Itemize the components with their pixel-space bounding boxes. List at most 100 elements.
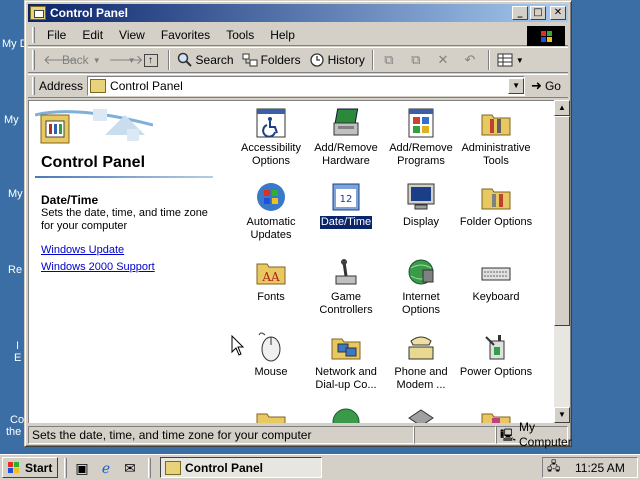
item-partial[interactable] <box>306 406 386 423</box>
folder-icon <box>256 413 286 423</box>
item-internet-options[interactable]: Internet Options <box>381 256 461 317</box>
menu-view[interactable]: View <box>111 28 153 42</box>
desktop-icon-label[interactable]: E <box>14 352 21 364</box>
desktop-icon-label[interactable]: Re <box>8 264 22 276</box>
search-button[interactable]: Search <box>173 49 238 71</box>
item-game-controllers[interactable]: Game Controllers <box>306 256 386 317</box>
windows-logo-icon <box>527 26 565 46</box>
forward-arrow-icon: 🡒 <box>108 52 144 67</box>
folders-button[interactable]: Folders <box>238 49 305 71</box>
history-button[interactable]: History <box>305 49 369 71</box>
desktop-icon-label[interactable]: the <box>6 426 21 438</box>
go-button[interactable]: ➜ Go <box>531 78 561 94</box>
minimize-button[interactable]: _ <box>512 6 528 20</box>
vertical-scrollbar[interactable]: ▲ ▼ <box>554 100 570 423</box>
item-automatic-updates[interactable]: Automatic Updates <box>231 181 311 242</box>
views-button[interactable]: ▼ <box>493 49 528 71</box>
folders-label: Folders <box>260 53 301 67</box>
desktop-icon-label[interactable]: I <box>16 340 19 352</box>
outlook-express-icon[interactable]: ✉ <box>120 458 140 478</box>
up-folder-icon: ↑ <box>143 53 158 67</box>
windows-flag-icon <box>8 461 19 473</box>
task-label: Control Panel <box>185 460 264 475</box>
menu-bar: File Edit View Favorites Tools Help <box>28 24 568 46</box>
scroll-thumb[interactable] <box>554 116 570 326</box>
toolbar-grip[interactable] <box>32 50 35 70</box>
item-power-options[interactable]: Power Options <box>456 331 536 379</box>
taskbar-grip[interactable] <box>148 457 151 478</box>
go-label: Go <box>544 79 561 93</box>
item-keyboard[interactable]: Keyboard <box>456 256 536 304</box>
taskbar-button-control-panel[interactable]: Control Panel <box>160 457 322 478</box>
windows-update-link[interactable]: Windows Update <box>41 244 124 256</box>
address-label: Address <box>39 79 84 93</box>
pane-divider <box>35 176 213 178</box>
clock[interactable]: 11:25 AM <box>575 461 625 475</box>
address-value[interactable]: Control Panel <box>110 79 508 93</box>
address-input[interactable]: Control Panel ▼ <box>87 76 526 96</box>
item-fonts[interactable]: AA Fonts <box>231 256 311 304</box>
item-phone-modem[interactable]: Phone and Modem ... <box>381 331 461 392</box>
item-partial[interactable] <box>381 406 461 423</box>
hardware-icon <box>333 108 359 136</box>
control-panel-small-icon <box>90 79 107 93</box>
views-icon <box>497 52 513 68</box>
back-label: Back <box>62 53 89 67</box>
internet-icon <box>408 259 434 285</box>
desktop-icon-label[interactable]: My <box>8 188 23 200</box>
item-accessibility-options[interactable]: Accessibility Options <box>231 107 311 168</box>
up-button[interactable]: ↑ <box>140 49 165 71</box>
forward-dropdown-icon[interactable]: ▼ <box>128 56 136 65</box>
desktop-icon-label[interactable]: My <box>4 114 19 126</box>
copy-to-button[interactable]: ⧉ <box>404 49 431 71</box>
item-add-remove-programs[interactable]: Add/Remove Programs <box>381 107 461 168</box>
views-dropdown-icon[interactable]: ▼ <box>516 56 524 65</box>
undo-button[interactable]: ↶ <box>458 49 485 71</box>
scroll-up-button[interactable]: ▲ <box>554 100 570 116</box>
selected-item-description: Sets the date, time, and time zone for y… <box>41 207 208 232</box>
item-partial[interactable] <box>231 406 311 423</box>
quicklaunch-grip[interactable] <box>64 457 67 478</box>
item-label: Automatic Updates <box>246 216 296 241</box>
item-label: Network and Dial-up Co... <box>315 366 377 391</box>
maximize-button[interactable]: □ <box>530 6 546 20</box>
keyboard-icon <box>481 267 511 281</box>
item-date-time[interactable]: 12 Date/Time <box>306 181 386 230</box>
back-dropdown-icon[interactable]: ▼ <box>93 56 101 65</box>
forward-button[interactable]: 🡒 ▼ <box>105 49 144 71</box>
back-button[interactable]: 🡐 Back ▼ <box>39 49 105 71</box>
desktop-icon-label[interactable]: Co <box>10 414 24 426</box>
menu-favorites[interactable]: Favorites <box>153 28 218 42</box>
svg-text:12: 12 <box>340 194 353 205</box>
menu-help[interactable]: Help <box>262 28 303 42</box>
item-label: Administrative Tools <box>461 142 531 167</box>
menu-tools[interactable]: Tools <box>218 28 262 42</box>
delete-button[interactable]: ✕ <box>431 49 458 71</box>
close-button[interactable]: ✕ <box>550 6 566 20</box>
item-label: Internet Options <box>402 291 440 316</box>
menu-edit[interactable]: Edit <box>74 28 111 42</box>
item-folder-options[interactable]: Folder Options <box>456 181 536 229</box>
globe-icon <box>332 408 360 423</box>
move-to-button[interactable]: ⧉ <box>377 49 404 71</box>
show-desktop-icon[interactable]: ▣ <box>72 458 92 478</box>
title-bar[interactable]: Control Panel _ □ ✕ <box>28 4 568 22</box>
network-status-icon[interactable]: 🖧 <box>547 457 565 478</box>
address-bar: Address Control Panel ▼ ➜ Go <box>28 74 568 98</box>
address-dropdown-button[interactable]: ▼ <box>508 78 525 94</box>
internet-explorer-icon[interactable]: ℯ <box>96 458 116 478</box>
folder-view[interactable]: Control Panel Date/Time Sets the date, t… <box>28 100 554 423</box>
selected-item-name: Date/Time <box>41 193 99 207</box>
address-grip[interactable] <box>32 77 35 95</box>
windows-2000-support-link[interactable]: Windows 2000 Support <box>41 261 155 273</box>
item-display[interactable]: Display <box>381 181 461 229</box>
item-network-dialup[interactable]: Network and Dial-up Co... <box>306 331 386 392</box>
menu-grip[interactable] <box>32 26 35 43</box>
start-button[interactable]: Start <box>2 457 58 478</box>
item-administrative-tools[interactable]: Administrative Tools <box>456 107 536 168</box>
admin-tools-icon <box>481 114 511 136</box>
menu-file[interactable]: File <box>39 28 74 42</box>
control-panel-icon[interactable] <box>30 6 46 20</box>
web-view-pane: Control Panel Date/Time Sets the date, t… <box>29 101 215 423</box>
item-add-remove-hardware[interactable]: Add/Remove Hardware <box>306 107 386 168</box>
